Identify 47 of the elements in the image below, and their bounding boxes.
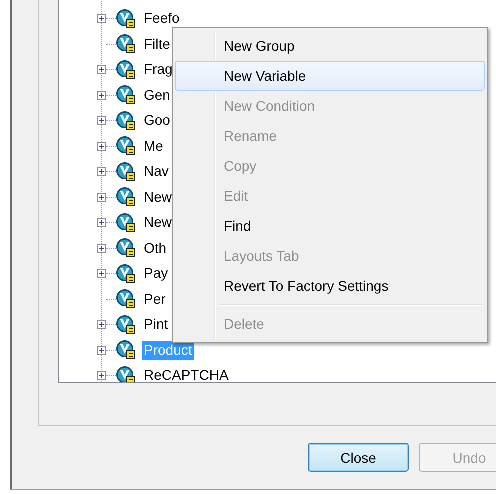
tree-item[interactable]: Frag — [142, 60, 175, 80]
tree-item[interactable]: New — [142, 213, 174, 232]
expand-button[interactable] — [97, 244, 106, 253]
variable-lock-icon — [116, 187, 136, 208]
expand-button[interactable] — [97, 167, 106, 176]
expand-button[interactable] — [97, 192, 106, 202]
tree-item[interactable]: New — [142, 188, 174, 207]
tree-item[interactable]: Oth — [142, 238, 169, 258]
variable-lock-icon — [116, 340, 136, 360]
variable-lock-icon — [116, 8, 136, 29]
tree-item[interactable]: Per — [142, 290, 168, 309]
tree-item[interactable]: Feefo — [142, 9, 182, 28]
expand-button[interactable] — [97, 142, 106, 151]
menu-item[interactable]: Revert To Factory Settings — [175, 271, 485, 301]
variable-lock-icon — [116, 60, 136, 80]
tree-item[interactable]: ReCAPTCHA — [142, 366, 231, 382]
variable-lock-icon — [116, 238, 136, 258]
tree-item[interactable]: Filte — [142, 34, 172, 54]
expand-button[interactable] — [97, 65, 106, 74]
expand-button[interactable] — [97, 320, 106, 330]
variable-lock-icon — [116, 162, 136, 182]
variable-lock-icon — [116, 212, 136, 233]
variable-lock-icon — [116, 34, 136, 54]
tree-item[interactable]: Gen — [142, 86, 172, 105]
variable-lock-icon — [116, 110, 136, 131]
expand-button[interactable] — [97, 269, 106, 278]
variable-lock-icon — [116, 289, 136, 310]
variable-lock-icon — [116, 136, 136, 156]
dialog-button[interactable]: Close — [308, 443, 409, 472]
variable-lock-icon — [116, 314, 136, 335]
menu-item[interactable]: Find — [175, 211, 485, 241]
expand-button[interactable] — [97, 14, 106, 24]
expand-button[interactable] — [97, 218, 106, 228]
tree-item[interactable]: Pint — [142, 315, 170, 334]
expand-button[interactable] — [97, 90, 106, 100]
menu-item[interactable]: New Group — [175, 31, 485, 61]
tree-item[interactable]: Goo — [142, 111, 172, 130]
expand-button[interactable] — [97, 346, 106, 355]
tree-item[interactable]: Nav — [142, 162, 171, 182]
menu-item[interactable]: New Variable — [175, 61, 485, 91]
variable-lock-icon — [116, 85, 136, 106]
variable-lock-icon — [116, 264, 136, 284]
expand-button[interactable] — [97, 116, 106, 126]
variable-lock-icon — [116, 366, 136, 382]
tree-item[interactable]: Pay — [142, 264, 170, 284]
expand-button[interactable] — [97, 371, 106, 380]
tree-item[interactable]: Me — [142, 136, 166, 156]
